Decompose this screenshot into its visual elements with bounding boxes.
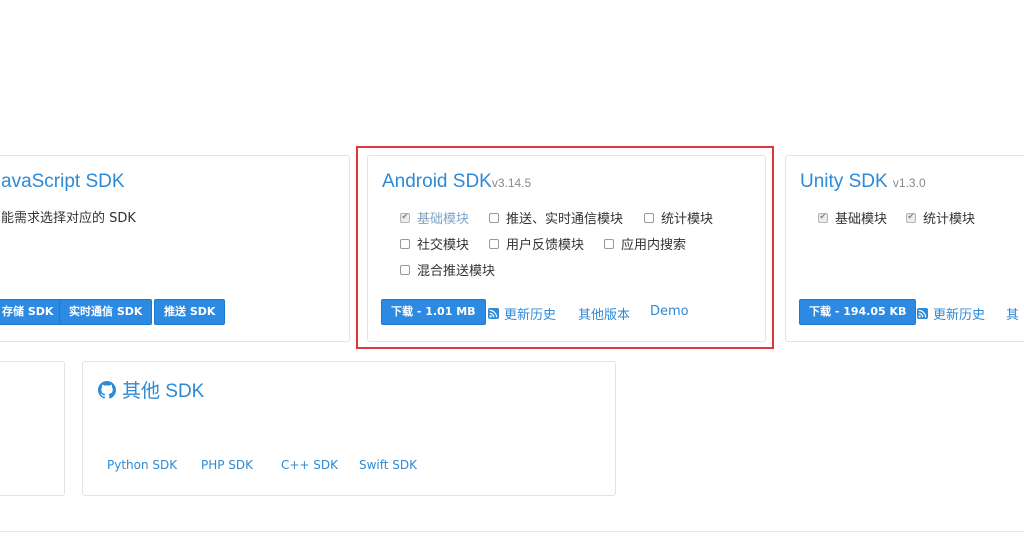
module-label: 统计模块 xyxy=(923,212,976,227)
module-label: 推送、实时通信模块 xyxy=(506,212,624,227)
github-icon xyxy=(98,380,116,399)
other-label: 其 xyxy=(1006,308,1020,323)
realtime-sdk-button[interactable]: 实时通信 SDK xyxy=(59,299,153,325)
javascript-sdk-card: avaScript SDK 能需求选择对应的 SDK 存储 SDK 实时通信 S… xyxy=(0,155,350,342)
unity-download-button[interactable]: 下载 - 194.05 KB xyxy=(799,299,917,325)
unity-sdk-card: Unity SDK v1.3.0 ✔ 基础模块 ✔ 统计模块 下载 - 194.… xyxy=(785,155,1024,342)
android-other-versions-link[interactable]: 其他版本 xyxy=(578,304,630,323)
checkbox-icon xyxy=(489,238,499,249)
checkbox-checked-icon: ✔ xyxy=(818,212,828,223)
checkbox-icon xyxy=(604,238,614,249)
module-label: 统计模块 xyxy=(661,212,714,227)
other-sdk-title-text: 其他 SDK xyxy=(122,381,205,402)
rss-icon xyxy=(488,308,499,319)
rss-icon xyxy=(917,308,928,319)
other-versions-label: 其他版本 xyxy=(578,308,631,323)
module-label: 社交模块 xyxy=(417,238,470,253)
demo-label: Demo xyxy=(650,304,689,319)
checkbox-icon xyxy=(644,212,654,223)
section-divider xyxy=(0,531,1024,532)
module-label: 应用内搜索 xyxy=(621,238,687,253)
android-sdk-version: v3.14.5 xyxy=(491,176,532,190)
module-feedback-checkbox[interactable]: 用户反馈模块 xyxy=(489,234,584,253)
checkbox-icon xyxy=(400,264,410,275)
javascript-sdk-title: avaScript SDK xyxy=(1,171,125,192)
unity-module-basic-checkbox[interactable]: ✔ 基础模块 xyxy=(818,208,887,227)
android-sdk-card: Android SDKv3.14.5 ✔ 基础模块 推送、实时通信模块 统计模块… xyxy=(367,155,766,342)
android-sdk-title: Android SDKv3.14.5 xyxy=(382,171,531,193)
unity-sdk-version: v1.3.0 xyxy=(892,176,926,190)
partial-left-card xyxy=(0,361,65,496)
module-label: 基础模块 xyxy=(417,212,470,227)
unity-module-stats-checkbox[interactable]: ✔ 统计模块 xyxy=(906,208,975,227)
module-basic-checkbox[interactable]: ✔ 基础模块 xyxy=(400,208,469,227)
checkbox-icon xyxy=(400,238,410,249)
checkbox-checked-icon: ✔ xyxy=(400,212,410,223)
android-sdk-name: Android SDK xyxy=(382,171,492,192)
storage-sdk-button[interactable]: 存储 SDK xyxy=(0,299,64,325)
module-social-checkbox[interactable]: 社交模块 xyxy=(400,234,469,253)
checkbox-checked-icon: ✔ xyxy=(906,212,916,223)
other-sdk-card: 其他 SDK Python SDK PHP SDK C++ SDK Swift … xyxy=(82,361,616,496)
module-stats-checkbox[interactable]: 统计模块 xyxy=(644,208,713,227)
unity-sdk-name: Unity SDK xyxy=(800,171,888,192)
module-push-realtime-checkbox[interactable]: 推送、实时通信模块 xyxy=(489,208,623,227)
module-label: 基础模块 xyxy=(835,212,888,227)
javascript-sdk-description: 能需求选择对应的 SDK xyxy=(1,211,136,226)
module-search-checkbox[interactable]: 应用内搜索 xyxy=(604,234,686,253)
unity-sdk-title: Unity SDK v1.3.0 xyxy=(800,171,926,193)
module-label: 用户反馈模块 xyxy=(506,238,585,253)
module-mixpush-checkbox[interactable]: 混合推送模块 xyxy=(400,260,495,279)
module-label: 混合推送模块 xyxy=(417,264,496,279)
php-sdk-link[interactable]: PHP SDK xyxy=(201,458,253,472)
unity-other-link[interactable]: 其 xyxy=(1006,304,1019,323)
history-label: 更新历史 xyxy=(504,308,557,323)
python-sdk-link[interactable]: Python SDK xyxy=(107,458,177,472)
cpp-sdk-link[interactable]: C++ SDK xyxy=(281,458,338,472)
unity-history-link[interactable]: 更新历史 xyxy=(917,304,985,323)
checkbox-icon xyxy=(489,212,499,223)
push-sdk-button[interactable]: 推送 SDK xyxy=(154,299,226,325)
android-demo-link[interactable]: Demo xyxy=(650,304,689,319)
history-label: 更新历史 xyxy=(933,308,986,323)
android-history-link[interactable]: 更新历史 xyxy=(488,304,556,323)
swift-sdk-link[interactable]: Swift SDK xyxy=(359,458,417,472)
other-sdk-title: 其他 SDK xyxy=(98,376,204,403)
android-download-button[interactable]: 下载 - 1.01 MB xyxy=(381,299,486,325)
